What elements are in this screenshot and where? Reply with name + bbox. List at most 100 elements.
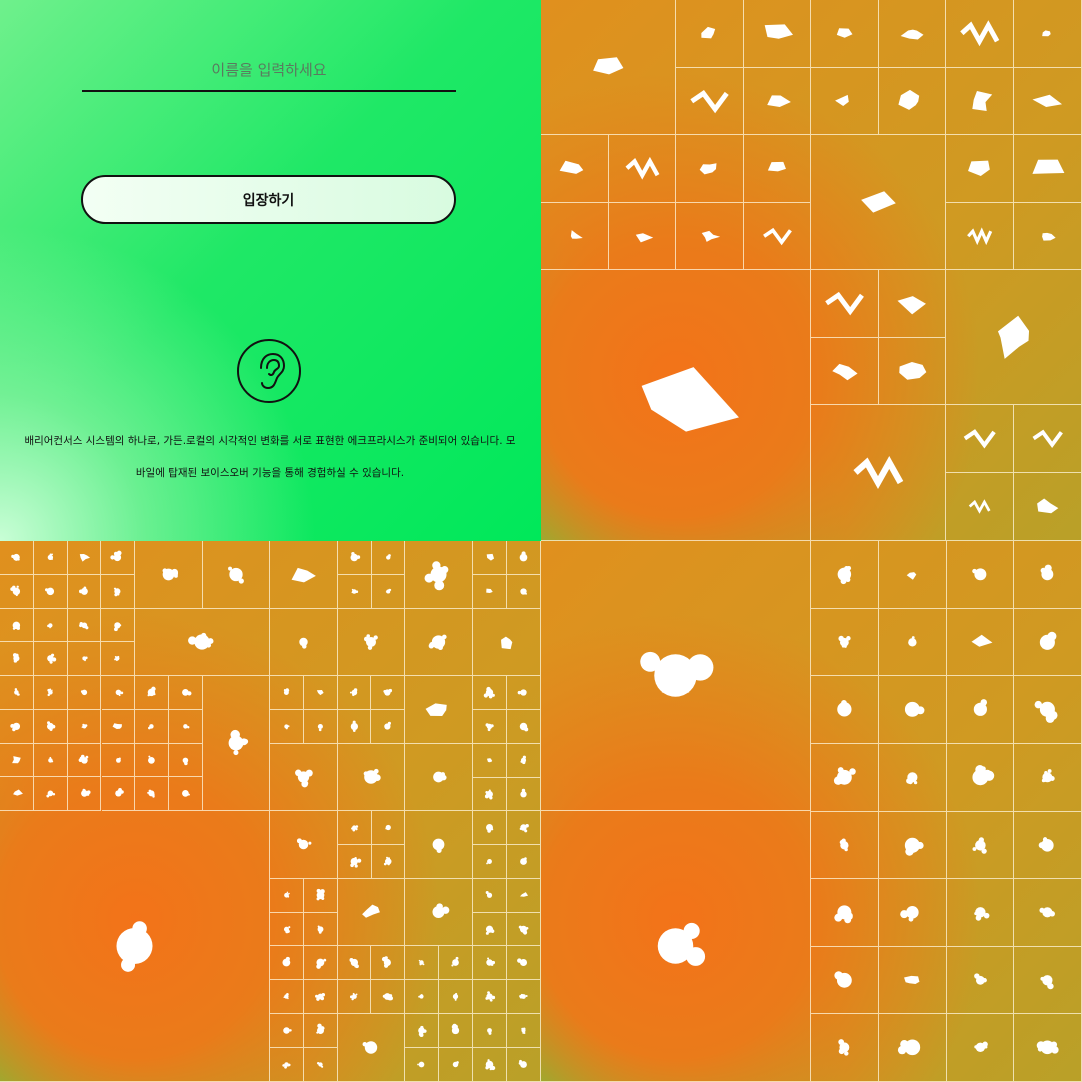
- mosaic-tile[interactable]: [135, 743, 170, 778]
- mosaic-tile[interactable]: [473, 676, 507, 710]
- mosaic-tile[interactable]: [473, 575, 507, 609]
- mosaic-tile[interactable]: [541, 135, 609, 203]
- mosaic-tile[interactable]: [135, 676, 170, 710]
- mosaic-tile[interactable]: [1014, 879, 1082, 947]
- mosaic-tile[interactable]: [473, 710, 507, 744]
- mosaic-tile[interactable]: [0, 574, 34, 609]
- mosaic-tile[interactable]: [101, 676, 136, 710]
- mosaic-tile[interactable]: [878, 0, 946, 68]
- mosaic-tile[interactable]: [101, 743, 136, 778]
- mosaic-tile[interactable]: [946, 473, 1014, 541]
- mosaic-tile[interactable]: [270, 676, 304, 710]
- mosaic-tile[interactable]: [270, 744, 338, 811]
- mosaic-tile[interactable]: [1014, 743, 1082, 812]
- mosaic-tile[interactable]: [811, 1014, 879, 1082]
- mosaic-tile[interactable]: [1014, 67, 1082, 135]
- mosaic-tile[interactable]: [338, 845, 372, 879]
- mosaic-tile[interactable]: [1014, 946, 1082, 1015]
- mosaic-tile[interactable]: [878, 608, 947, 677]
- mosaic-tile[interactable]: [946, 743, 1015, 812]
- mosaic-tile[interactable]: [541, 270, 811, 541]
- mosaic-tile[interactable]: [507, 710, 541, 744]
- mosaic-tile[interactable]: [270, 980, 304, 1014]
- mosaic-tile[interactable]: [473, 609, 541, 676]
- mosaic-tile[interactable]: [473, 845, 507, 879]
- mosaic-tile[interactable]: [507, 777, 541, 811]
- mosaic-tile[interactable]: [878, 676, 947, 744]
- mosaic-tile[interactable]: [507, 1014, 541, 1048]
- mosaic-tile[interactable]: [811, 405, 946, 541]
- mosaic-tile[interactable]: [303, 946, 338, 980]
- mosaic-tile[interactable]: [507, 575, 541, 609]
- mosaic-tile[interactable]: [270, 811, 338, 879]
- mosaic-tile[interactable]: [135, 709, 170, 744]
- mosaic-tile[interactable]: [1014, 608, 1082, 677]
- mosaic-tile[interactable]: [270, 609, 338, 676]
- mosaic-tile[interactable]: [0, 709, 34, 744]
- mosaic-tile[interactable]: [946, 946, 1015, 1015]
- mosaic-tile[interactable]: [303, 710, 338, 744]
- mosaic-tile[interactable]: [946, 0, 1014, 68]
- mosaic-tile[interactable]: [1014, 473, 1082, 541]
- mosaic-tile[interactable]: [0, 777, 34, 811]
- mosaic-tile[interactable]: [169, 676, 203, 710]
- mosaic-tile[interactable]: [101, 709, 136, 744]
- mosaic-tile[interactable]: [473, 811, 507, 845]
- mosaic-tile[interactable]: [878, 337, 946, 405]
- mosaic-tile[interactable]: [507, 744, 541, 778]
- mosaic-tile[interactable]: [338, 879, 405, 946]
- mosaic-tile[interactable]: [33, 709, 68, 744]
- mosaic-tile[interactable]: [473, 541, 507, 575]
- mosaic-tile[interactable]: [101, 574, 135, 609]
- mosaic-tile[interactable]: [439, 946, 473, 980]
- mosaic-tile[interactable]: [946, 135, 1014, 203]
- mosaic-tile[interactable]: [946, 1014, 1015, 1082]
- mosaic-tile[interactable]: [270, 710, 304, 744]
- mosaic-tile[interactable]: [541, 541, 811, 811]
- mosaic-tile[interactable]: [878, 1014, 947, 1082]
- mosaic-tile[interactable]: [371, 845, 405, 879]
- mosaic-tile[interactable]: [67, 642, 102, 676]
- mosaic-tile[interactable]: [0, 811, 270, 1082]
- mosaic-tile[interactable]: [473, 980, 507, 1014]
- mosaic-tile[interactable]: [0, 541, 34, 575]
- mosaic-tile[interactable]: [270, 912, 304, 946]
- mosaic-tile[interactable]: [101, 777, 136, 811]
- mosaic-tile[interactable]: [946, 541, 1015, 609]
- mosaic-tile[interactable]: [371, 811, 405, 845]
- mosaic-tile[interactable]: [507, 845, 541, 879]
- mosaic-tile[interactable]: [811, 879, 879, 947]
- mosaic-tile[interactable]: [338, 811, 372, 845]
- mosaic-tile[interactable]: [743, 202, 811, 270]
- mosaic-tile[interactable]: [541, 202, 609, 270]
- mosaic-tile[interactable]: [507, 541, 541, 575]
- mosaic-tile[interactable]: [33, 608, 68, 643]
- mosaic-tile[interactable]: [507, 676, 541, 710]
- mosaic-tile[interactable]: [946, 608, 1015, 677]
- mosaic-tile[interactable]: [473, 879, 507, 913]
- mosaic-tile[interactable]: [507, 1048, 541, 1082]
- mosaic-tile[interactable]: [169, 777, 203, 811]
- mosaic-tile[interactable]: [270, 1048, 304, 1082]
- mosaic-tile[interactable]: [811, 946, 879, 1015]
- mosaic-tile[interactable]: [946, 67, 1014, 135]
- mosaic-tile[interactable]: [101, 642, 135, 676]
- mosaic-tile[interactable]: [270, 946, 304, 980]
- mosaic-tile[interactable]: [811, 541, 879, 609]
- mosaic-tile[interactable]: [304, 912, 338, 946]
- mosaic-tile[interactable]: [371, 710, 405, 744]
- mosaic-tile[interactable]: [811, 270, 879, 338]
- mosaic-tile[interactable]: [541, 811, 811, 1082]
- mosaic-tile[interactable]: [405, 1048, 439, 1082]
- mosaic-tile[interactable]: [811, 68, 879, 135]
- mosaic-tile[interactable]: [1014, 541, 1082, 609]
- mosaic-tile[interactable]: [67, 777, 102, 811]
- mosaic-tile[interactable]: [0, 743, 34, 778]
- mosaic-tile[interactable]: [878, 811, 947, 880]
- mosaic-tile[interactable]: [303, 980, 338, 1014]
- mosaic-tile[interactable]: [405, 744, 473, 811]
- mosaic-tile[interactable]: [946, 202, 1014, 270]
- mosaic-tile[interactable]: [405, 1014, 439, 1048]
- mosaic-tile[interactable]: [0, 676, 34, 710]
- mosaic-tile[interactable]: [270, 1014, 304, 1048]
